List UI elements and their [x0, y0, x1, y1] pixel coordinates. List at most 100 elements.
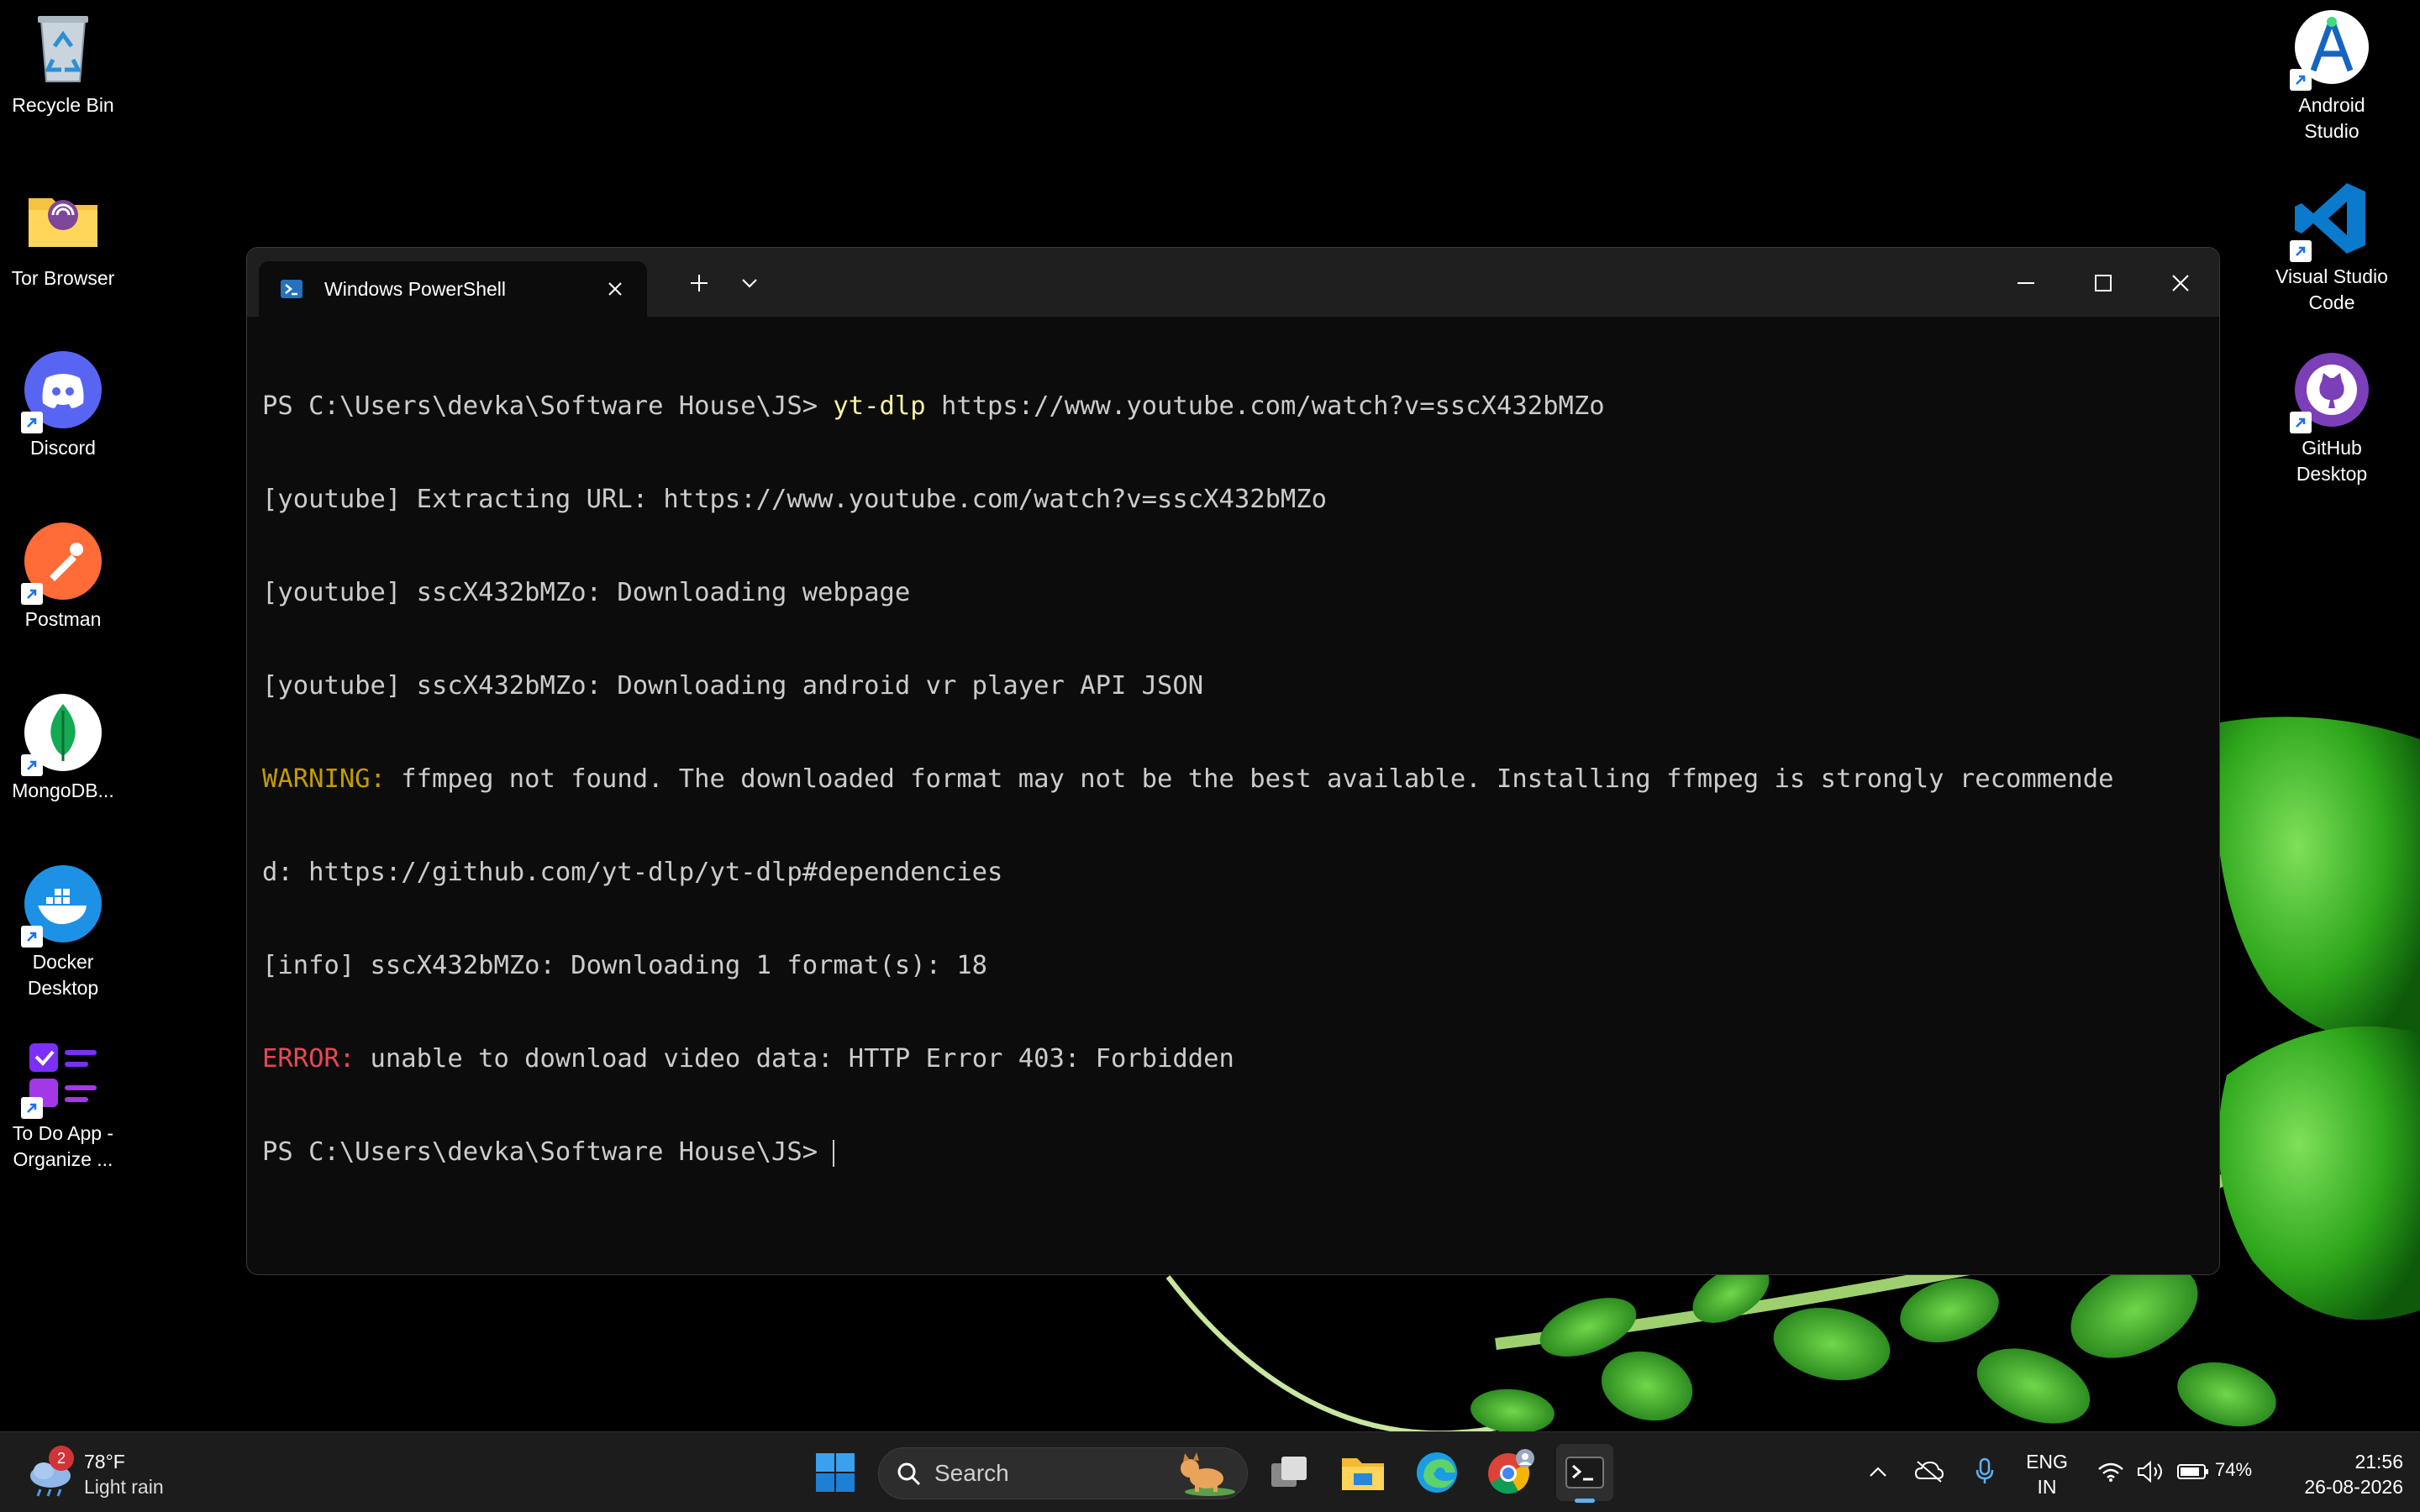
discord-desktop-icon[interactable]: Discord [0, 349, 126, 461]
close-icon [2172, 275, 2189, 291]
search-icon [897, 1462, 921, 1486]
mongodb-icon [21, 692, 103, 776]
title-bar[interactable]: Windows PowerShell [247, 248, 2219, 317]
chrome-icon [1488, 1449, 1534, 1494]
tor-browser-label: Tor Browser [11, 267, 115, 289]
todo-app-label: To Do App - Organize ... [12, 1122, 114, 1170]
shortcut-arrow-icon [21, 412, 43, 433]
docker-whale-icon [21, 864, 103, 948]
todo-app-desktop-icon[interactable]: To Do App - Organize ... [0, 1035, 126, 1173]
speaker-icon [2138, 1460, 2162, 1483]
todo-checklist-icon [21, 1035, 103, 1119]
postman-icon [21, 521, 103, 605]
vscode-icon [2290, 178, 2372, 262]
terminal-window[interactable]: Windows PowerShell PS C:\Users\devka\Sof… [246, 247, 2220, 1275]
weather-temp: 78°F [84, 1451, 125, 1473]
folder-icon [1342, 1458, 1384, 1490]
terminal-line: ERROR: unable to download video data: HT… [262, 1044, 1234, 1074]
chevron-down-icon [742, 279, 757, 288]
maximize-button[interactable] [2080, 260, 2127, 307]
discord-icon [21, 349, 103, 433]
minimize-icon [2018, 282, 2034, 284]
plus-icon [691, 275, 708, 291]
onedrive-status-button[interactable] [1912, 1451, 1946, 1493]
shortcut-arrow-icon [2290, 412, 2312, 433]
search-highlight-dog-icon [1181, 1452, 1235, 1496]
recycle-bin-label: Recycle Bin [12, 94, 114, 116]
terminal-line: d: https://github.com/yt-dlp/yt-dlp#depe… [262, 858, 1003, 887]
microphone-icon [1975, 1457, 1994, 1483]
chrome-browser-button[interactable] [1482, 1444, 1539, 1501]
active-app-indicator [1575, 1499, 1595, 1503]
close-window-button[interactable] [2157, 260, 2204, 307]
github-icon [2290, 349, 2372, 433]
terminal-output[interactable]: PS C:\Users\devka\Software House\JS> yt-… [247, 317, 2219, 1242]
tor-browser-folder-icon [23, 180, 103, 260]
android-studio-desktop-icon[interactable]: Android Studio [2269, 7, 2395, 144]
tab-windows-powershell[interactable]: Windows PowerShell [259, 261, 647, 317]
recycle-bin-icon [23, 7, 103, 87]
mongodb-label: MongoDB... [12, 780, 114, 801]
postman-label: Postman [24, 608, 102, 630]
terminal-line: [youtube] Extracting URL: https://www.yo… [262, 485, 1328, 514]
terminal-line: WARNING: ffmpeg not found. The downloade… [262, 764, 2114, 794]
task-view-button[interactable] [1260, 1444, 1318, 1501]
windows-logo-icon [816, 1453, 855, 1492]
tor-browser-desktop-icon[interactable]: Tor Browser [0, 180, 126, 291]
microphone-button[interactable] [1968, 1451, 2002, 1493]
android-studio-icon [2290, 7, 2372, 91]
tab-title: Windows PowerShell [324, 277, 507, 300]
postman-desktop-icon[interactable]: Postman [0, 521, 126, 633]
cloud-off-icon [1914, 1461, 1944, 1483]
discord-label: Discord [30, 437, 96, 459]
wifi-status[interactable] [2094, 1451, 2128, 1493]
shortcut-arrow-icon [21, 583, 43, 605]
edge-browser-button[interactable] [1408, 1444, 1465, 1501]
docker-desktop-icon[interactable]: Docker Desktop [0, 864, 126, 1001]
github-desktop-icon[interactable]: GitHub Desktop [2269, 349, 2395, 487]
minimize-button[interactable] [2002, 260, 2049, 307]
warning-tag: WARNING: [262, 764, 386, 794]
edge-icon [1417, 1452, 1457, 1493]
recycle-bin-desktop-icon[interactable]: Recycle Bin [0, 7, 126, 118]
terminal-icon [1565, 1457, 1604, 1488]
terminal-prompt-line[interactable]: PS C:\Users\devka\Software House\JS> [262, 1137, 2204, 1168]
chevron-up-icon [1870, 1467, 1886, 1477]
close-tab-icon[interactable] [598, 272, 632, 306]
shortcut-arrow-icon [2290, 240, 2312, 262]
weather-condition: Light rain [84, 1476, 164, 1498]
language-indicator[interactable]: ENG IN [2022, 1449, 2072, 1499]
task-view-icon [1271, 1457, 1307, 1487]
github-desktop-label: GitHub Desktop [2296, 437, 2368, 485]
terminal-line: [youtube] sscX432bMZo: Downloading webpa… [262, 578, 911, 607]
taskbar-search[interactable]: Search [878, 1447, 1248, 1499]
tab-dropdown-button[interactable] [726, 260, 773, 307]
start-button[interactable] [807, 1444, 864, 1501]
terminal-line: [info] sscX432bMZo: Downloading 1 format… [262, 951, 988, 980]
new-tab-button[interactable] [676, 260, 723, 307]
maximize-icon [2095, 275, 2112, 291]
system-clock[interactable]: 21:56 26-08-2026 [2302, 1449, 2403, 1499]
command-name: yt-dlp [833, 391, 926, 421]
terminal-taskbar-button[interactable] [1556, 1444, 1613, 1503]
mongodb-desktop-icon[interactable]: MongoDB... [0, 692, 126, 804]
wifi-icon [2098, 1462, 2123, 1482]
android-studio-label: Android Studio [2298, 94, 2365, 142]
battery-status[interactable] [2175, 1451, 2212, 1493]
file-explorer-button[interactable] [1334, 1444, 1392, 1501]
weather-widget[interactable]: 2 78°F Light rain [25, 1444, 210, 1503]
battery-icon [2177, 1464, 2208, 1479]
vscode-desktop-icon[interactable]: Visual Studio Code [2269, 178, 2395, 316]
terminal-line: PS C:\Users\devka\Software House\JS> yt-… [262, 391, 1605, 421]
vscode-label: Visual Studio Code [2275, 265, 2388, 313]
error-tag: ERROR: [262, 1044, 355, 1074]
shortcut-arrow-icon [2290, 69, 2312, 91]
search-label: Search [934, 1460, 1009, 1486]
terminal-line: [youtube] sscX432bMZo: Downloading andro… [262, 671, 1204, 701]
powershell-icon [281, 280, 302, 298]
show-hidden-icons-button[interactable] [1865, 1451, 1891, 1493]
volume-status[interactable] [2134, 1451, 2168, 1493]
docker-desktop-label: Docker Desktop [27, 951, 99, 999]
text-cursor [833, 1139, 835, 1167]
shortcut-arrow-icon [21, 1097, 43, 1119]
